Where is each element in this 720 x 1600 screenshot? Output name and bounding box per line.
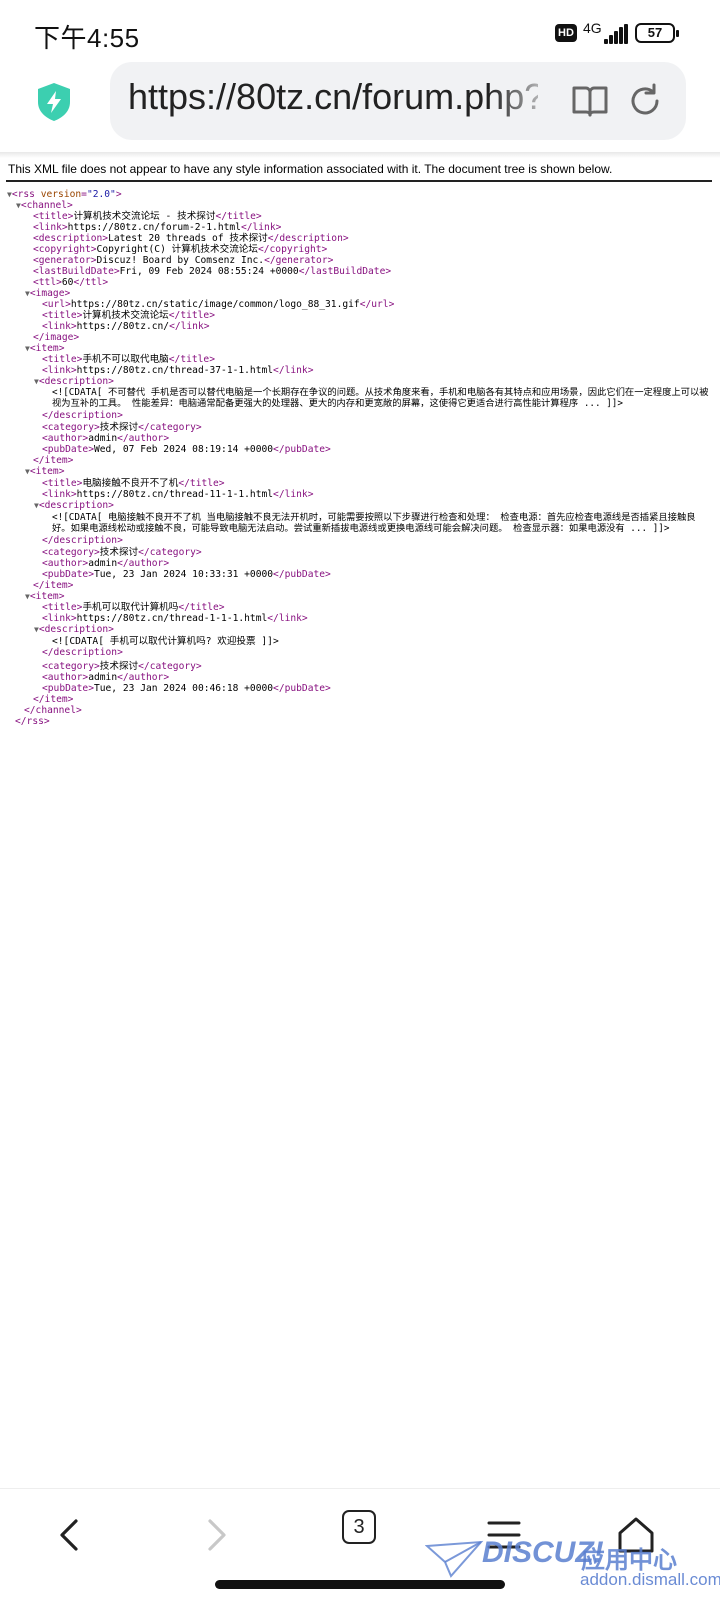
battery-icon: 57 [635, 23, 679, 43]
forward-icon[interactable] [192, 1511, 240, 1559]
divider [6, 180, 712, 182]
image-url: <url>https://80tz.cn/static/image/common… [42, 299, 395, 310]
channel-description: <description>Latest 20 threads of 技术探讨</… [33, 233, 349, 244]
item-link: <link>https://80tz.cn/thread-11-1-1.html… [42, 489, 314, 500]
image-close: </image> [33, 332, 80, 343]
item-author: <author>admin</author> [42, 558, 170, 569]
item-node[interactable]: ▼<item> [25, 591, 64, 602]
item-link: <link>https://80tz.cn/thread-1-1-1.html<… [42, 613, 308, 624]
item-author: <author>admin</author> [42, 672, 170, 683]
item-description-cdata: <![CDATA[ 电脑接触不良开不了机 当电脑接触不良无法开机时，可能需要按照… [52, 512, 696, 534]
item-category: <category>技术探讨</category> [42, 547, 202, 558]
item-link: <link>https://80tz.cn/thread-37-1-1.html… [42, 365, 314, 376]
browser-toolbar: https://80tz.cn/forum.php?mod=rss [0, 62, 720, 142]
status-bar: 下午4:55 HD 4G 57 [0, 0, 720, 64]
item-description-node[interactable]: ▼<description> [34, 624, 114, 635]
item-pubdate: <pubDate>Tue, 23 Jan 2024 00:46:18 +0000… [42, 683, 331, 694]
image-node[interactable]: ▼<image> [25, 288, 70, 299]
xml-style-notice: This XML file does not appear to have an… [8, 162, 613, 176]
image-link: <link>https://80tz.cn/</link> [42, 321, 210, 332]
item-title: <title>电脑接触不良开不了机</title> [42, 478, 225, 489]
url-text[interactable]: https://80tz.cn/forum.php?mod=rss [128, 76, 538, 118]
item-description-cdata: <![CDATA[ 手机可以取代计算机吗? 欢迎投票 ]]> [52, 636, 279, 647]
item-pubdate: <pubDate>Tue, 23 Jan 2024 10:33:31 +0000… [42, 569, 331, 580]
security-shield-icon[interactable] [36, 82, 72, 122]
channel-ttl: <ttl>60</ttl> [33, 277, 109, 288]
tabs-button[interactable]: 3 [342, 1510, 376, 1544]
reload-icon[interactable] [626, 82, 664, 120]
signal-icon [604, 24, 628, 44]
network-type: 4G [583, 20, 602, 36]
paper-plane-icon [425, 1540, 484, 1578]
item-close: </item> [33, 580, 74, 591]
item-description-close: </description> [42, 410, 123, 421]
item-title: <title>手机可以取代计算机吗</title> [42, 602, 225, 613]
channel-link: <link>https://80tz.cn/forum-2-1.html</li… [33, 222, 282, 233]
item-close: </item> [33, 694, 74, 705]
item-description-cdata: <![CDATA[ 不可替代 手机是否可以替代电脑是一个长期存在争议的问题。从技… [52, 387, 709, 409]
rss-close: </rss> [15, 716, 50, 727]
rss-node[interactable]: ▼<rss version="2.0"> [7, 189, 122, 200]
image-title: <title>计算机技术交流论坛</title> [42, 310, 215, 321]
channel-title: <title>计算机技术交流论坛 - 技术探讨</title> [33, 211, 262, 222]
channel-close: </channel> [24, 705, 82, 716]
item-node[interactable]: ▼<item> [25, 343, 64, 354]
address-bar[interactable]: https://80tz.cn/forum.php?mod=rss [110, 62, 686, 140]
back-icon[interactable] [46, 1511, 94, 1559]
item-close: </item> [33, 455, 74, 466]
item-description-close: </description> [42, 535, 123, 546]
channel-generator: <generator>Discuz! Board by Comsenz Inc.… [33, 255, 334, 266]
channel-lastbuilddate: <lastBuildDate>Fri, 09 Feb 2024 08:55:24… [33, 266, 392, 277]
channel-copyright: <copyright>Copyright(C) 计算机技术交流论坛</copyr… [33, 244, 328, 255]
hd-badge: HD [555, 24, 577, 42]
item-description-node[interactable]: ▼<description> [34, 376, 114, 387]
channel-node[interactable]: ▼<channel> [16, 200, 73, 211]
status-time: 下午4:55 [34, 23, 140, 53]
item-node[interactable]: ▼<item> [25, 466, 64, 477]
item-title: <title>手机不可以取代电脑</title> [42, 354, 215, 365]
item-description-node[interactable]: ▼<description> [34, 500, 114, 511]
watermark-url: addon.dismall.com [580, 1570, 720, 1589]
item-category: <category>技术探讨</category> [42, 661, 202, 672]
reader-mode-icon[interactable] [570, 82, 610, 120]
item-description-close: </description> [42, 647, 123, 658]
item-pubdate: <pubDate>Wed, 07 Feb 2024 08:19:14 +0000… [42, 444, 331, 455]
home-indicator[interactable] [215, 1580, 505, 1589]
item-author: <author>admin</author> [42, 433, 170, 444]
item-category: <category>技术探讨</category> [42, 422, 202, 433]
